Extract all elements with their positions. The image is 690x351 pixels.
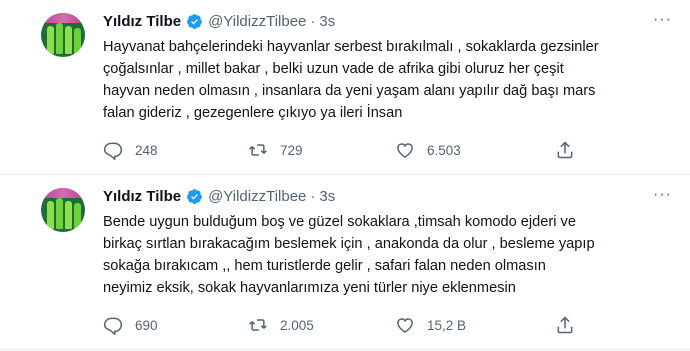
more-options-icon[interactable]: ··· bbox=[653, 186, 672, 204]
author-handle[interactable]: @YildizzTilbee bbox=[208, 13, 306, 30]
share-button[interactable] bbox=[555, 313, 575, 337]
retweet-icon bbox=[249, 319, 267, 331]
tweet-text: Hayvanat bahçelerindeki hayvanlar serbes… bbox=[103, 39, 599, 121]
separator-dot: · bbox=[310, 12, 316, 30]
verified-badge-icon bbox=[187, 13, 203, 29]
like-count: 15,2 B bbox=[427, 317, 467, 333]
avatar[interactable] bbox=[41, 188, 85, 232]
avatar[interactable] bbox=[41, 13, 85, 57]
like-count: 6.503 bbox=[427, 142, 461, 158]
tweet-time[interactable]: 3s bbox=[319, 13, 335, 30]
author-handle[interactable]: @YildizzTilbee bbox=[208, 188, 306, 205]
tweet-text: Bende uygun bulduğum boş ve güzel sokakl… bbox=[103, 214, 595, 296]
reply-icon bbox=[103, 142, 123, 160]
reply-button[interactable]: 690 bbox=[103, 313, 158, 337]
tweet-actions: 690 2.005 15,2 B bbox=[103, 313, 583, 337]
reply-icon bbox=[103, 317, 123, 335]
like-button[interactable]: 15,2 B bbox=[395, 313, 466, 337]
retweet-count: 729 bbox=[280, 142, 303, 158]
share-icon bbox=[557, 316, 573, 334]
reply-count: 248 bbox=[135, 142, 158, 158]
reply-button[interactable]: 248 bbox=[103, 138, 158, 162]
retweet-count: 2.005 bbox=[280, 317, 314, 333]
like-icon bbox=[397, 143, 413, 158]
tweet[interactable]: Yıldız Tilbe @YildizzTilbee · 3s ··· Hay… bbox=[0, 0, 690, 175]
retweet-button[interactable]: 729 bbox=[248, 138, 303, 162]
retweet-button[interactable]: 2.005 bbox=[248, 313, 314, 337]
tweet-time[interactable]: 3s bbox=[319, 188, 335, 205]
separator-dot: · bbox=[310, 187, 316, 205]
tweet-actions: 248 729 6.503 bbox=[103, 138, 583, 162]
like-button[interactable]: 6.503 bbox=[395, 138, 461, 162]
tweet-header: Yıldız Tilbe @YildizzTilbee · 3s bbox=[103, 10, 335, 32]
share-icon bbox=[557, 141, 573, 159]
more-options-icon[interactable]: ··· bbox=[653, 11, 672, 29]
author-name[interactable]: Yıldız Tilbe bbox=[103, 13, 181, 30]
reply-count: 690 bbox=[135, 317, 158, 333]
tweet[interactable]: Yıldız Tilbe @YildizzTilbee · 3s ··· Ben… bbox=[0, 175, 690, 350]
like-icon bbox=[397, 318, 413, 333]
share-button[interactable] bbox=[555, 138, 575, 162]
retweet-icon bbox=[249, 144, 267, 156]
author-name[interactable]: Yıldız Tilbe bbox=[103, 188, 181, 205]
tweet-header: Yıldız Tilbe @YildizzTilbee · 3s bbox=[103, 185, 335, 207]
verified-badge-icon bbox=[187, 188, 203, 204]
